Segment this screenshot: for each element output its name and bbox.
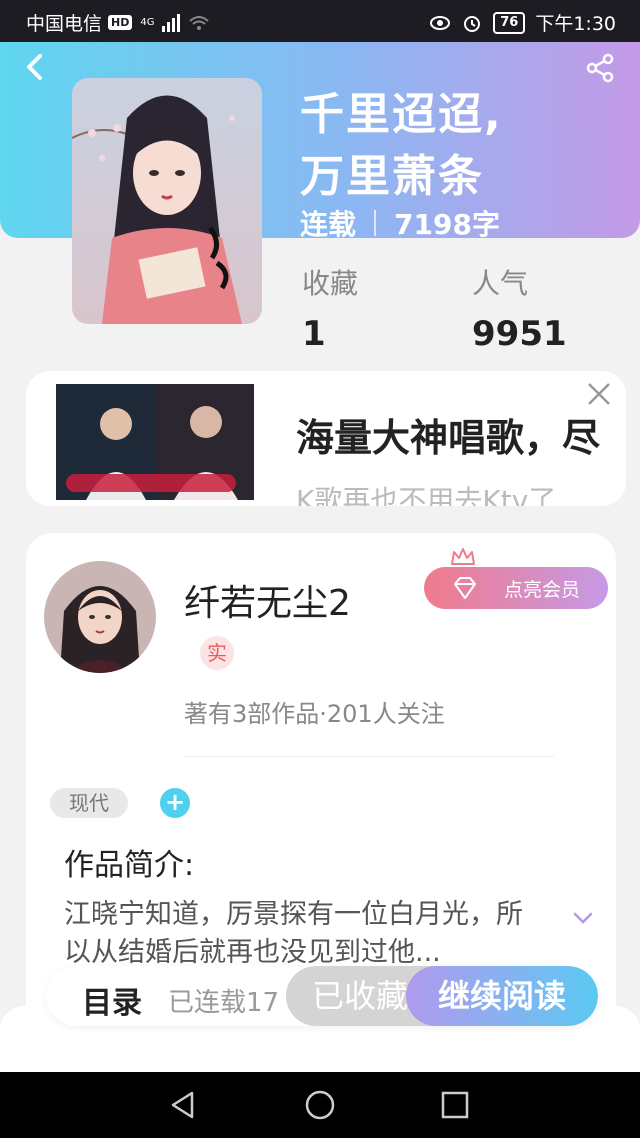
add-tag-button[interactable]: + xyxy=(160,788,190,818)
status-bar: 中国电信 HD 4G 76 下午1:30 xyxy=(0,0,640,42)
intro-text: 江晓宁知道，厉景探有一位白月光，所以从结婚后就再也没见到过他... xyxy=(64,899,523,968)
author-name[interactable]: 纤若无尘2 xyxy=(184,574,351,626)
ad-subtitle: K歌再也不用去Ktv了 xyxy=(296,484,557,506)
nav-home-icon[interactable] xyxy=(304,1089,336,1121)
share-icon[interactable] xyxy=(584,52,616,84)
action-bar: 目录 已连载17 已收藏 继续阅读 xyxy=(46,966,598,1026)
chapter-count: 已连载17 xyxy=(168,988,280,1018)
battery-level: 76 xyxy=(493,11,526,34)
alarm-icon xyxy=(464,15,481,32)
popularity-value: 9951 xyxy=(472,314,567,354)
genre-tag[interactable]: 现代 xyxy=(50,788,128,818)
verified-badge: 实 xyxy=(200,636,234,670)
favorites-label: 收藏 xyxy=(302,267,359,300)
book-title-line2: 万里萧条 xyxy=(300,151,484,202)
toc-button[interactable]: 目录 xyxy=(82,978,142,1022)
ad-thumbnail[interactable] xyxy=(56,384,254,500)
close-icon[interactable] xyxy=(586,381,612,407)
book-title: 千里迢迢, 万里萧条 xyxy=(300,84,503,208)
diamond-icon xyxy=(454,577,476,599)
meta-divider xyxy=(374,210,377,236)
popularity-label: 人气 xyxy=(472,267,529,300)
nav-recent-icon[interactable] xyxy=(440,1090,470,1120)
cover-illustration xyxy=(72,78,262,324)
author-stats: 著有3部作品·201人关注 xyxy=(184,700,445,728)
carrier-label: 中国电信 xyxy=(26,13,103,35)
continue-reading-button[interactable]: 继续阅读 xyxy=(406,966,598,1026)
ad-banner[interactable]: 海量大神唱歌，尽 K歌再也不用去Ktv了 xyxy=(26,371,626,506)
eye-icon xyxy=(430,15,451,30)
hd-badge: HD xyxy=(108,15,133,30)
book-title-line1: 千里迢迢, xyxy=(300,89,503,140)
signal-icon xyxy=(162,13,181,32)
wifi-icon xyxy=(189,15,210,30)
vip-button-label: 点亮会员 xyxy=(503,578,580,601)
network-type: 4G xyxy=(140,17,155,28)
avatar-image xyxy=(44,561,156,673)
ad-title: 海量大神唱歌，尽 xyxy=(296,416,601,460)
book-status: 连载 xyxy=(300,208,357,241)
divider xyxy=(184,756,554,757)
back-arrow-icon[interactable] xyxy=(22,52,48,82)
intro-heading: 作品简介: xyxy=(64,848,195,883)
book-meta: 连载 7198字 xyxy=(300,203,500,243)
avatar[interactable] xyxy=(44,561,156,673)
crown-icon xyxy=(451,548,475,565)
word-count: 7198字 xyxy=(394,208,500,241)
ad-thumbnail-image xyxy=(56,384,254,500)
book-cover[interactable] xyxy=(72,78,262,324)
favorites-value: 1 xyxy=(302,314,326,354)
nav-back-icon[interactable] xyxy=(168,1090,198,1120)
clock: 下午1:30 xyxy=(535,13,616,35)
system-nav-bar xyxy=(0,1072,640,1138)
vip-button[interactable]: 点亮会员 xyxy=(424,567,608,609)
chevron-down-icon[interactable] xyxy=(572,910,594,926)
